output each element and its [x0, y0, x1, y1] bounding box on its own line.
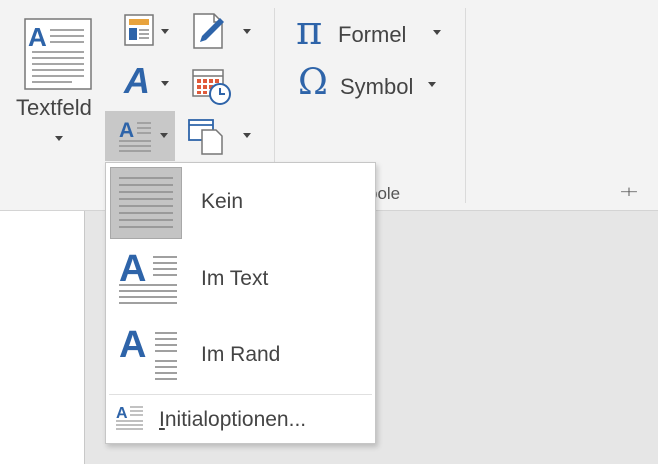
textbox-icon: A: [24, 18, 92, 90]
dropcap-options-item[interactable]: A Initialoptionen...: [109, 398, 372, 438]
dropcap-options-label: Initialoptionen...: [159, 408, 306, 432]
dropcap-in-margin-label: Im Rand: [201, 343, 281, 366]
pin-icon[interactable]: ⊣⊢: [620, 185, 638, 199]
omega-icon: Ω: [298, 62, 328, 103]
menu-separator: [109, 394, 372, 395]
quick-parts-icon: [124, 14, 154, 46]
formula-button[interactable]: π Formel: [290, 8, 450, 56]
dropcap-in-text-icon: A: [119, 248, 177, 304]
dropcap-button[interactable]: A: [105, 111, 175, 161]
chevron-down-icon: [243, 29, 251, 34]
dropcap-icon: A: [119, 119, 151, 152]
textbox-label: Textfeld: [16, 95, 92, 120]
group-separator: [465, 8, 466, 203]
wordart-button[interactable]: A: [120, 60, 176, 104]
chevron-down-icon: [433, 30, 441, 35]
object-icon: [188, 119, 223, 155]
chevron-down-icon: [160, 133, 168, 138]
chevron-down-icon: [55, 136, 63, 141]
svg-text:A: A: [119, 248, 146, 290]
no-dropcap-icon: [110, 167, 182, 239]
dropcap-in-text-item[interactable]: A Im Text: [109, 243, 372, 317]
document-page[interactable]: [0, 211, 85, 464]
dropcap-options-text: nitialoptionen...: [164, 408, 307, 431]
symbol-label: Symbol: [340, 74, 414, 99]
svg-text:A: A: [119, 324, 146, 366]
signature-line-button[interactable]: [188, 10, 258, 52]
wordart-icon: A: [124, 60, 150, 101]
symbol-button[interactable]: Ω Symbol: [290, 62, 450, 108]
date-time-button[interactable]: [188, 64, 238, 106]
dropcap-in-margin-icon: A: [119, 324, 177, 380]
object-button[interactable]: [188, 116, 258, 156]
quick-parts-button[interactable]: [120, 12, 176, 52]
svg-text:A: A: [28, 22, 47, 52]
dropcap-dropdown: Kein A Im Text A Im Rand A Initialoption…: [105, 162, 376, 444]
formula-label: Formel: [338, 22, 407, 47]
chevron-down-icon: [243, 133, 251, 138]
svg-text:A: A: [116, 405, 128, 422]
chevron-down-icon: [161, 81, 169, 86]
dropcap-in-margin-item[interactable]: A Im Rand: [109, 319, 372, 393]
dropcap-in-text-label: Im Text: [201, 267, 269, 290]
dropcap-options-icon: A: [116, 405, 143, 430]
textbox-button[interactable]: A Textfeld: [12, 10, 106, 155]
calendar-clock-icon: [192, 69, 231, 105]
dropcap-none-item[interactable]: Kein: [109, 166, 372, 240]
chevron-down-icon: [428, 82, 436, 87]
dropcap-none-label: Kein: [201, 190, 244, 213]
chevron-down-icon: [161, 29, 169, 34]
svg-text:A: A: [119, 119, 134, 142]
pi-icon: π: [296, 8, 323, 54]
signature-pen-icon: [193, 13, 224, 49]
